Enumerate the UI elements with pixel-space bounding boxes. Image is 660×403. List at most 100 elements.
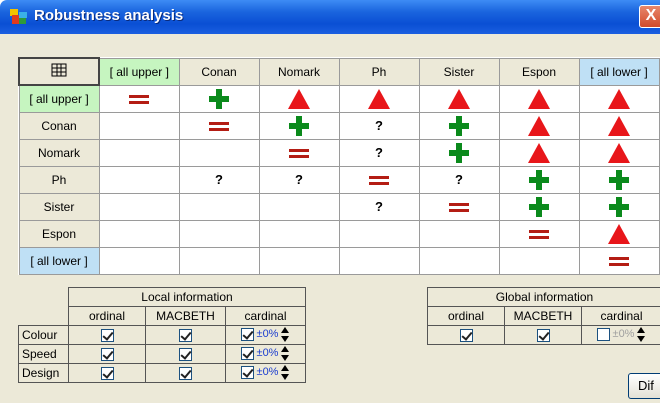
row-header[interactable]: Sister [18, 192, 100, 221]
matrix-cell[interactable] [258, 219, 340, 248]
matrix-cell[interactable] [578, 219, 660, 248]
matrix-cell[interactable] [338, 165, 420, 194]
matrix-cell[interactable] [418, 192, 500, 221]
spinner-updown-icon[interactable] [281, 364, 290, 380]
spinner-updown-icon[interactable] [281, 326, 290, 342]
ordinal-checkbox[interactable] [100, 348, 114, 362]
row-header[interactable]: Espon [18, 219, 100, 248]
column-header[interactable]: Ph [338, 57, 420, 86]
matrix-cell[interactable] [258, 246, 340, 275]
plus-icon [209, 88, 229, 109]
matrix-cell[interactable] [98, 246, 180, 275]
matrix-cell[interactable] [338, 84, 420, 113]
matrix-cell[interactable] [498, 219, 580, 248]
global-cardinal-checkbox[interactable] [596, 327, 610, 341]
matrix-row: Espon [18, 219, 660, 248]
macbeth-checkbox[interactable] [179, 329, 192, 343]
matrix-cell[interactable] [498, 138, 580, 167]
row-header[interactable]: [ all upper ] [18, 84, 100, 113]
row-header[interactable]: [ all lower ] [18, 246, 100, 275]
matrix-cell[interactable] [578, 84, 660, 113]
matrix-cell[interactable] [498, 192, 580, 221]
matrix-cell[interactable] [578, 192, 660, 221]
matrix-cell[interactable] [98, 138, 180, 167]
triangle-icon [288, 88, 310, 109]
local-row-speed: Speed ±0% [18, 344, 306, 364]
matrix-cell[interactable] [498, 246, 580, 275]
row-header[interactable]: Ph [18, 165, 100, 194]
matrix-cell[interactable] [418, 111, 500, 140]
spinner-updown-icon[interactable] [637, 326, 646, 342]
unknown-mark: ? [375, 118, 383, 133]
ordinal-checkbox[interactable] [100, 329, 114, 343]
matrix-cell[interactable] [178, 84, 260, 113]
triangle-icon [608, 142, 630, 163]
matrix-cell[interactable] [578, 138, 660, 167]
matrix-cell[interactable] [498, 165, 580, 194]
matrix-cell[interactable]: ? [338, 192, 420, 221]
matrix-cell[interactable] [498, 111, 580, 140]
table-grid-icon[interactable] [18, 57, 100, 86]
equal-icon [209, 121, 229, 131]
equal-icon [289, 148, 309, 158]
matrix-cell[interactable] [258, 138, 340, 167]
matrix-cell[interactable] [418, 138, 500, 167]
triangle-icon [608, 223, 630, 244]
matrix-cell[interactable] [578, 165, 660, 194]
matrix-cell[interactable]: ? [258, 165, 340, 194]
row-header[interactable]: Conan [18, 111, 100, 140]
matrix-cell[interactable] [418, 246, 500, 275]
cardinal-checkbox[interactable] [240, 365, 254, 379]
matrix-cell[interactable] [178, 219, 260, 248]
cardinal-checkbox[interactable] [240, 346, 254, 360]
matrix-cell[interactable]: ? [338, 111, 420, 140]
matrix-cell[interactable]: ? [338, 138, 420, 167]
matrix-cell[interactable] [98, 111, 180, 140]
matrix-cell[interactable] [178, 246, 260, 275]
column-header[interactable]: Espon [498, 57, 580, 86]
matrix-cell[interactable] [178, 111, 260, 140]
matrix-row: Conan? [18, 111, 660, 140]
local-row-colour: Colour ±0% [18, 325, 306, 345]
matrix-cell[interactable]: ? [418, 165, 500, 194]
matrix-cell[interactable] [258, 111, 340, 140]
matrix-cell[interactable] [98, 165, 180, 194]
local-col-macbeth: MACBETH [145, 306, 226, 326]
matrix-cell[interactable] [498, 84, 580, 113]
matrix-cell[interactable] [338, 246, 420, 275]
matrix-cell[interactable] [258, 84, 340, 113]
column-header[interactable]: Sister [418, 57, 500, 86]
local-col-ordinal: ordinal [68, 306, 146, 326]
matrix-cell[interactable] [258, 192, 340, 221]
column-header[interactable]: [ all lower ] [578, 57, 660, 86]
dif-button[interactable]: Dif [628, 373, 660, 399]
ordinal-checkbox[interactable] [100, 367, 114, 381]
unknown-mark: ? [375, 199, 383, 214]
matrix-cell[interactable] [578, 111, 660, 140]
column-header[interactable]: Conan [178, 57, 260, 86]
matrix-cell[interactable] [98, 84, 180, 113]
matrix-cell[interactable] [338, 219, 420, 248]
close-icon: X [645, 7, 657, 24]
close-button[interactable]: X [639, 5, 660, 28]
global-ordinal-checkbox[interactable] [459, 329, 473, 343]
matrix-cell[interactable] [178, 138, 260, 167]
macbeth-checkbox[interactable] [179, 367, 192, 381]
matrix-cell[interactable] [98, 192, 180, 221]
macbeth-checkbox[interactable] [179, 348, 192, 362]
local-info-title: Local information [68, 287, 306, 307]
matrix-cell[interactable]: ? [178, 165, 260, 194]
matrix-cell[interactable] [178, 192, 260, 221]
triangle-icon [608, 115, 630, 136]
matrix-cell[interactable] [98, 219, 180, 248]
cardinal-checkbox[interactable] [240, 327, 254, 341]
spinner-updown-icon[interactable] [281, 345, 290, 361]
row-header[interactable]: Nomark [18, 138, 100, 167]
global-macbeth-checkbox[interactable] [536, 329, 550, 343]
matrix-cell[interactable] [418, 84, 500, 113]
column-header[interactable]: [ all upper ] [98, 57, 180, 86]
matrix-cell[interactable] [578, 246, 660, 275]
matrix-cell[interactable] [418, 219, 500, 248]
column-header[interactable]: Nomark [258, 57, 340, 86]
unknown-mark: ? [455, 172, 463, 187]
